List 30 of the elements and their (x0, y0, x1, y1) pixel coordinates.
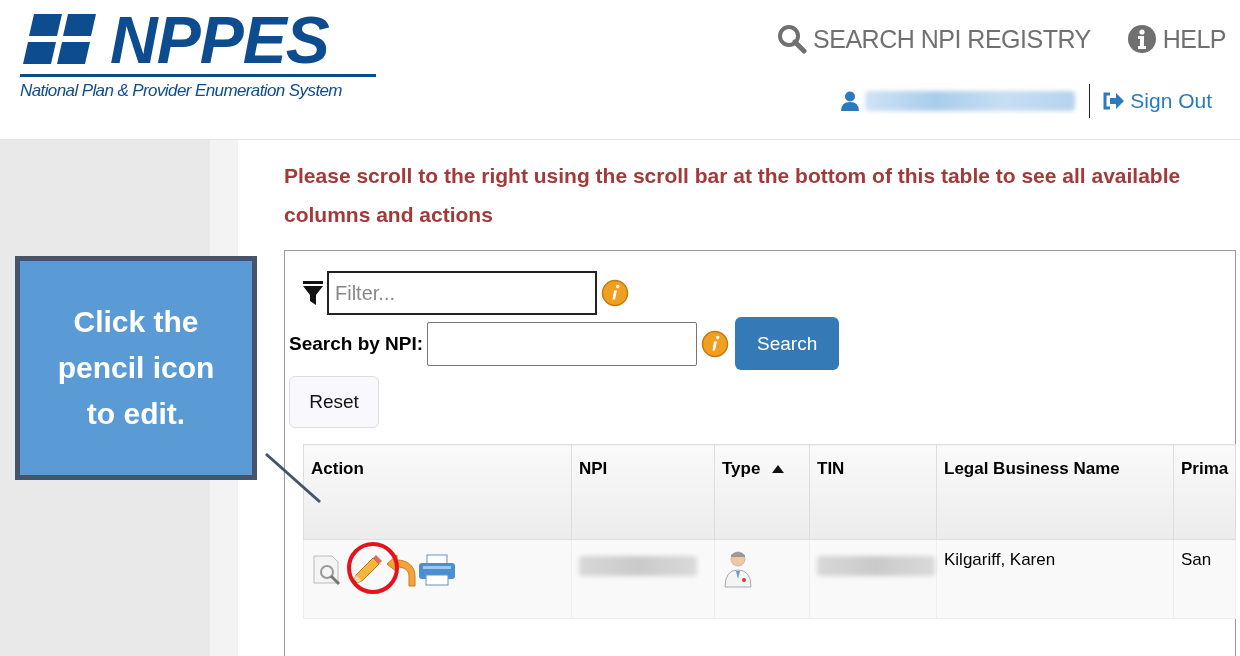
print-button[interactable] (417, 553, 457, 587)
filter-field[interactable]: Filter... (327, 271, 597, 315)
callout-box: Click the pencil icon to edit. (15, 256, 257, 480)
search-icon (777, 24, 808, 54)
funnel-icon (303, 281, 323, 305)
doctor-figure-icon (722, 550, 754, 588)
undo-button[interactable] (385, 552, 417, 588)
column-header[interactable]: NPI (579, 459, 608, 479)
reset-button[interactable]: Reset (289, 376, 379, 428)
sign-out-icon (1102, 92, 1125, 110)
table-cell: Kilgariff, Karen (944, 550, 1056, 569)
user-icon (841, 91, 860, 111)
column-header[interactable]: Type (722, 459, 761, 479)
table-cell: San (1181, 550, 1212, 569)
info-icon (1126, 24, 1157, 54)
sign-out-link[interactable]: Sign Out (1102, 89, 1212, 113)
column-header[interactable]: TIN (817, 459, 845, 479)
info-icon[interactable] (601, 279, 629, 307)
logo-title: NPPES (110, 8, 329, 72)
nav-link[interactable]: HELP (1126, 24, 1226, 54)
npi-search-field[interactable] (427, 321, 698, 366)
nav-link[interactable]: SEARCH NPI REGISTRY (777, 24, 1091, 54)
npi-search-label: Search by NPI: (289, 332, 424, 355)
notice-text: Please scroll to the right using the scroll bar at the bottom of this table to see all available columns and actions (284, 163, 1182, 228)
search-button[interactable]: Search (735, 317, 840, 370)
column-header[interactable]: Prima (1181, 459, 1229, 479)
column-header[interactable]: Legal Business Name (944, 459, 1120, 479)
info-icon[interactable] (701, 329, 730, 358)
logo-subtitle: National Plan & Provider Enumeration System (20, 81, 343, 101)
column-header[interactable]: Action (311, 459, 364, 479)
